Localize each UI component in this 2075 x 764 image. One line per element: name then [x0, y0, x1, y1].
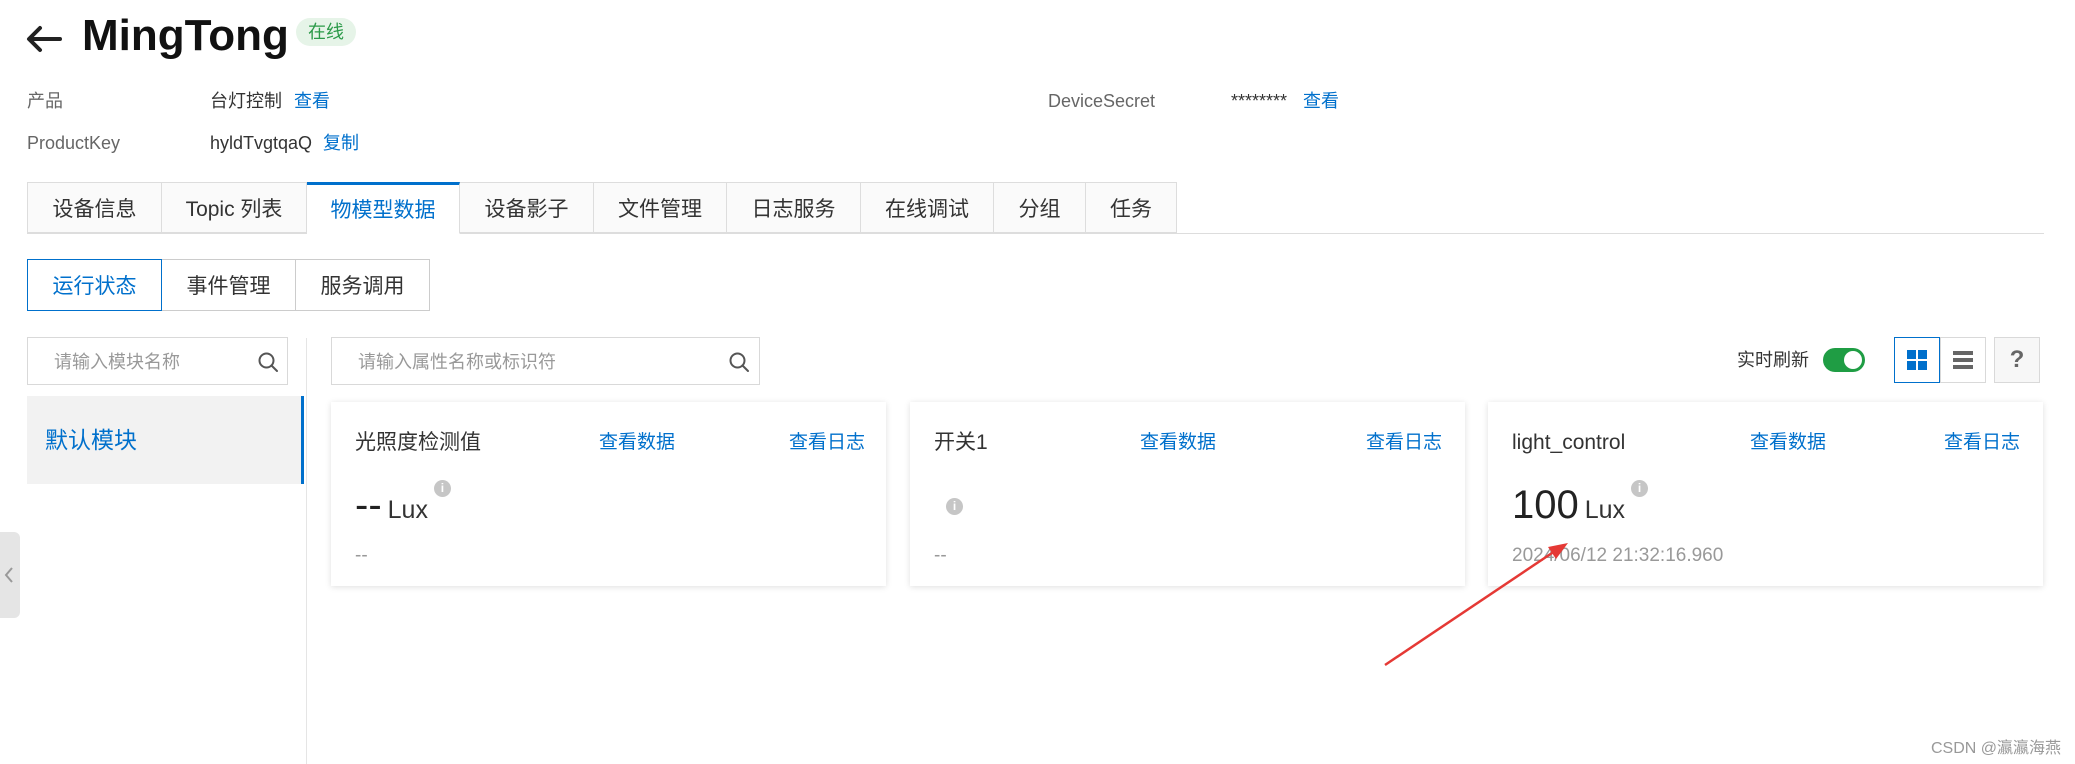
tab-topic-list[interactable]: Topic 列表 [162, 182, 307, 233]
view-log-link[interactable]: 查看日志 [789, 429, 865, 457]
property-timestamp: -- [355, 545, 368, 566]
productkey-value: hyldTvgtqaQ [210, 133, 313, 153]
property-name: 开关1 [934, 431, 988, 454]
productkey-label: ProductKey [27, 133, 121, 153]
tab-device-shadow[interactable]: 设备影子 [460, 182, 594, 233]
search-icon[interactable] [728, 351, 750, 373]
module-item-default[interactable]: 默认模块 [27, 396, 304, 484]
toggle-knob [1844, 351, 1862, 369]
property-value-row: 100 Luxi [1512, 480, 1649, 535]
list-view-button[interactable] [1940, 337, 1986, 383]
product-value: 台灯控制 [210, 91, 282, 111]
back-arrow-icon[interactable] [24, 22, 64, 56]
subtab-event-management[interactable]: 事件管理 [161, 259, 296, 311]
view-log-link[interactable]: 查看日志 [1366, 429, 1442, 457]
tab-group[interactable]: 分组 [994, 182, 1086, 233]
view-product-link[interactable]: 查看 [294, 89, 330, 113]
module-search-box [27, 337, 288, 386]
realtime-refresh-toggle[interactable] [1823, 348, 1865, 372]
tab-thing-model-data[interactable]: 物模型数据 [307, 182, 460, 234]
property-card: 光照度检测值 查看数据 查看日志 -- Luxi -- [331, 402, 886, 586]
property-search-box [331, 337, 760, 386]
panel-divider [306, 338, 307, 764]
view-data-link[interactable]: 查看数据 [1750, 429, 1826, 457]
tab-online-debug[interactable]: 在线调试 [861, 182, 994, 233]
help-button[interactable]: ? [1994, 337, 2040, 383]
search-icon[interactable] [257, 351, 279, 373]
property-name: light_control [1512, 431, 1626, 454]
chevron-left-icon [4, 567, 13, 583]
annotation-arrow-icon [1384, 543, 1568, 667]
devicesecret-value: ******** [1231, 91, 1288, 111]
property-unit: Lux [1584, 496, 1626, 524]
subtab-group: 运行状态 事件管理 服务调用 [27, 259, 430, 311]
tab-device-info[interactable]: 设备信息 [28, 182, 162, 233]
main-tabbar: 设备信息 Topic 列表 物模型数据 设备影子 文件管理 日志服务 在线调试 … [27, 182, 1177, 234]
info-icon[interactable]: i [433, 480, 451, 497]
module-search-input[interactable] [52, 338, 256, 386]
copy-productkey-link[interactable]: 复制 [323, 131, 359, 155]
subtab-service-call[interactable]: 服务调用 [295, 259, 430, 311]
property-value-row: -- Luxi [355, 480, 451, 535]
tab-task[interactable]: 任务 [1086, 182, 1177, 233]
subtab-running-status[interactable]: 运行状态 [27, 259, 162, 311]
info-icon[interactable]: i [946, 498, 963, 515]
property-value: 100 [1512, 483, 1579, 527]
property-timestamp: -- [934, 545, 947, 566]
view-data-link[interactable]: 查看数据 [1140, 429, 1216, 457]
property-unit: Lux [387, 496, 428, 524]
tab-file-management[interactable]: 文件管理 [594, 182, 727, 233]
property-search-input[interactable] [356, 338, 720, 386]
grid-view-button[interactable] [1894, 337, 1940, 383]
status-badge: 在线 [296, 18, 356, 46]
property-value: -- [355, 483, 382, 527]
list-icon [1953, 351, 1973, 369]
view-devicesecret-link[interactable]: 查看 [1303, 89, 1339, 113]
property-name: 光照度检测值 [355, 431, 481, 454]
property-value-row: i [934, 480, 963, 535]
realtime-refresh-label: 实时刷新 [1737, 350, 1809, 370]
tab-log-service[interactable]: 日志服务 [727, 182, 861, 233]
device-title: MingTong [82, 11, 289, 60]
view-data-link[interactable]: 查看数据 [599, 429, 675, 457]
sidebar-collapse-handle[interactable] [0, 532, 20, 618]
grid-icon [1907, 350, 1927, 370]
product-label: 产品 [27, 91, 63, 111]
watermark: CSDN @瀛瀛海燕 [1930, 740, 2061, 757]
info-icon[interactable]: i [1631, 480, 1649, 497]
devicesecret-label: DeviceSecret [1048, 91, 1156, 111]
view-log-link[interactable]: 查看日志 [1944, 429, 2020, 457]
